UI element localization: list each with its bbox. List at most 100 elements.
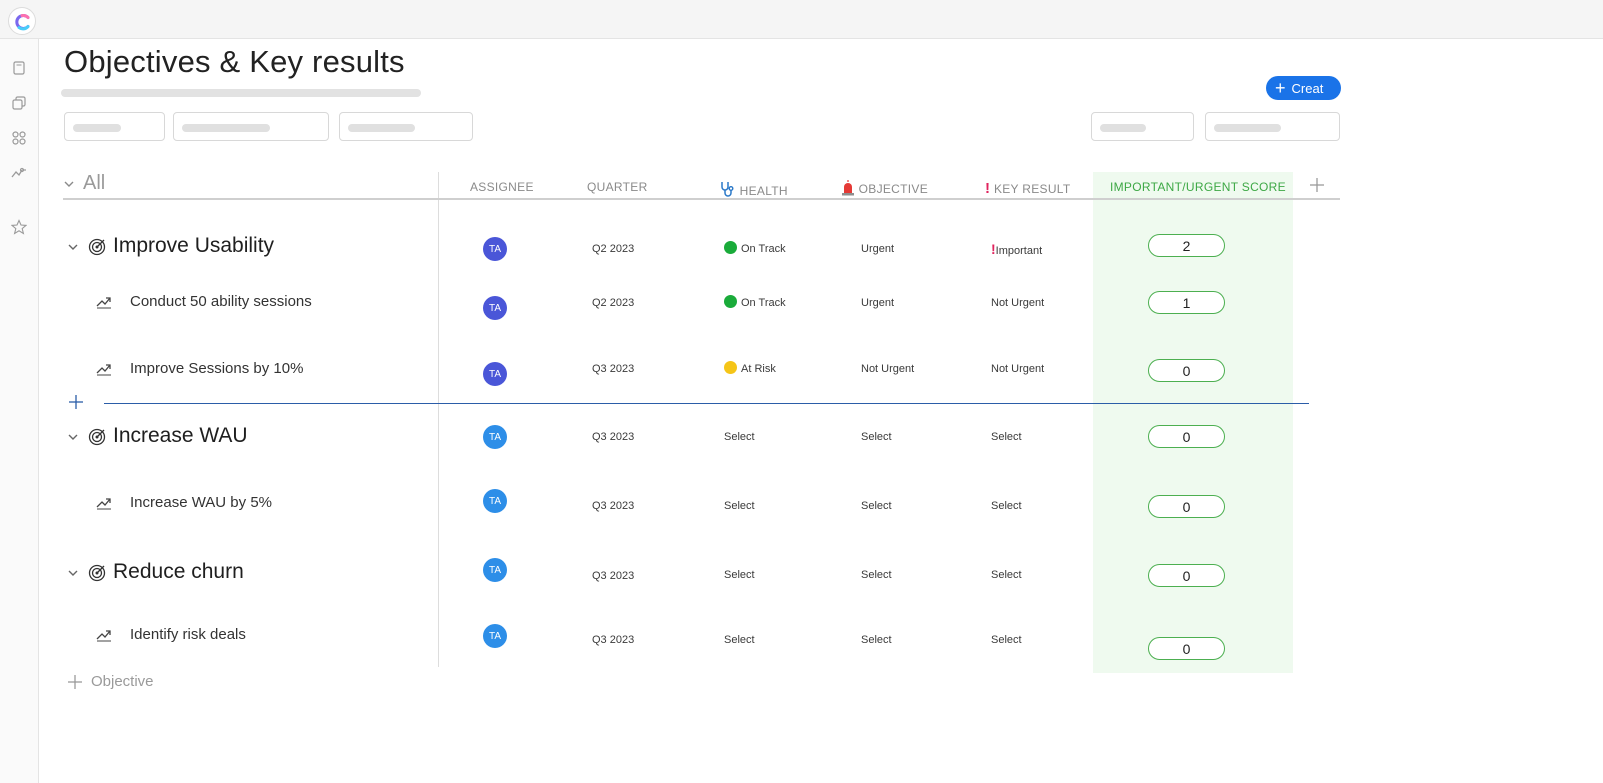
insert-row-indicator — [104, 403, 1309, 404]
apps-icon[interactable] — [11, 130, 27, 146]
filter-placeholder-5[interactable] — [1205, 112, 1340, 141]
objective-select[interactable]: Select — [861, 431, 892, 443]
create-button[interactable]: + Creat — [1266, 76, 1341, 100]
objective-row-reduce-churn[interactable]: Reduce churn TA Q3 2023 Select Select Se… — [63, 555, 1340, 595]
objective-select[interactable]: Select — [861, 569, 892, 581]
group-toggle[interactable]: All — [63, 172, 105, 195]
add-row-icon[interactable] — [67, 393, 85, 411]
score-badge[interactable]: 0 — [1148, 359, 1225, 382]
plus-icon — [68, 674, 82, 689]
key-result-name[interactable]: Increase WAU by 5% — [130, 494, 272, 511]
avatar[interactable]: TA — [483, 296, 507, 320]
filter-placeholder-3[interactable] — [339, 112, 473, 141]
objective-name[interactable]: Increase WAU — [113, 424, 248, 448]
objective-select[interactable]: Select — [861, 634, 892, 646]
column-header-score[interactable]: IMPORTANT/URGENT SCORE — [1110, 180, 1286, 194]
objective-name[interactable]: Reduce churn — [113, 560, 244, 584]
key-result-priority[interactable]: Not Urgent — [991, 297, 1044, 309]
avatar[interactable]: TA — [483, 237, 507, 261]
quarter-value[interactable]: Q2 2023 — [592, 243, 634, 255]
trend-up-icon — [96, 364, 111, 376]
health-select[interactable]: Select — [724, 634, 755, 646]
key-result-name[interactable]: Improve Sessions by 10% — [130, 360, 303, 377]
add-column-icon[interactable] — [1308, 176, 1326, 194]
key-result-select[interactable]: Select — [991, 431, 1022, 443]
objective-priority[interactable]: Not Urgent — [861, 363, 914, 375]
quarter-value[interactable]: Q3 2023 — [592, 363, 634, 375]
objective-priority[interactable]: Urgent — [861, 243, 894, 255]
quarter-value[interactable]: Q3 2023 — [592, 500, 634, 512]
health-select[interactable]: Select — [724, 569, 755, 581]
objective-name[interactable]: Improve Usability — [113, 234, 274, 258]
pulse-icon[interactable] — [11, 165, 27, 181]
column-header-health[interactable]: HEALTH — [718, 180, 788, 198]
chevron-down-icon — [64, 181, 74, 187]
quarter-value[interactable]: Q3 2023 — [592, 431, 634, 443]
exclamation-icon: ! — [985, 180, 991, 197]
score-badge[interactable]: 0 — [1148, 564, 1225, 587]
key-result-row-improve-sessions[interactable]: Improve Sessions by 10% TA Q3 2023 At Ri… — [63, 353, 1340, 393]
trend-up-icon — [96, 297, 111, 309]
column-header-key-result[interactable]: ! KEY RESULT — [985, 180, 1071, 197]
chevron-down-icon[interactable] — [67, 431, 79, 443]
key-result-priority[interactable]: Not Urgent — [991, 363, 1044, 375]
key-result-select[interactable]: Select — [991, 500, 1022, 512]
filter-placeholder-2[interactable] — [173, 112, 329, 141]
add-objective-button[interactable]: Objective — [67, 673, 154, 690]
score-badge[interactable]: 0 — [1148, 637, 1225, 660]
top-bar — [0, 0, 1603, 39]
key-result-select[interactable]: Select — [991, 634, 1022, 646]
objective-select[interactable]: Select — [861, 500, 892, 512]
target-icon — [88, 564, 106, 582]
objective-priority[interactable]: Urgent — [861, 297, 894, 309]
key-result-row-conduct-sessions[interactable]: Conduct 50 ability sessions TA Q2 2023 O… — [63, 286, 1340, 326]
target-icon — [88, 238, 106, 256]
status-dot-icon — [724, 295, 737, 308]
avatar[interactable]: TA — [483, 489, 507, 513]
copy-icon[interactable] — [11, 95, 27, 111]
objective-row-improve-usability[interactable]: Improve Usability TA Q2 2023 On Track Ur… — [63, 229, 1340, 269]
clickup-logo-icon — [15, 13, 30, 31]
avatar[interactable]: TA — [483, 624, 507, 648]
trend-up-icon — [96, 498, 111, 510]
score-badge[interactable]: 0 — [1148, 495, 1225, 518]
plus-icon: + — [1275, 78, 1286, 98]
column-header-quarter[interactable]: QUARTER — [587, 180, 648, 194]
health-select[interactable]: Select — [724, 431, 755, 443]
key-result-name[interactable]: Conduct 50 ability sessions — [130, 293, 312, 310]
key-result-select[interactable]: Select — [991, 569, 1022, 581]
key-result-row-increase-wau[interactable]: Increase WAU by 5% TA Q3 2023 Select Sel… — [63, 487, 1340, 527]
filter-placeholder-1[interactable] — [64, 112, 165, 141]
health-select[interactable]: Select — [724, 500, 755, 512]
health-status[interactable]: At Risk — [724, 361, 776, 375]
score-badge[interactable]: 2 — [1148, 234, 1225, 257]
score-badge[interactable]: 0 — [1148, 425, 1225, 448]
avatar[interactable]: TA — [483, 558, 507, 582]
star-icon[interactable] — [11, 219, 27, 235]
objective-row-increase-wau[interactable]: Increase WAU TA Q3 2023 Select Select Se… — [63, 418, 1340, 458]
key-result-row-identify-risk[interactable]: Identify risk deals TA Q3 2023 Select Se… — [63, 620, 1340, 660]
quarter-value[interactable]: Q2 2023 — [592, 297, 634, 309]
column-header-objective[interactable]: OBJECTIVE — [841, 180, 928, 196]
avatar[interactable]: TA — [483, 362, 507, 386]
sidebar — [0, 39, 39, 783]
loading-placeholder — [61, 89, 421, 97]
avatar[interactable]: TA — [483, 425, 507, 449]
app-logo[interactable] — [8, 7, 36, 35]
score-badge[interactable]: 1 — [1148, 291, 1225, 314]
key-result-name[interactable]: Identify risk deals — [130, 626, 246, 643]
chevron-down-icon[interactable] — [67, 567, 79, 579]
table-header: All ASSIGNEE QUARTER HEALTH OBJECTIVE ! … — [63, 172, 1340, 200]
key-result-priority[interactable]: !Important — [991, 241, 1042, 257]
column-header-assignee[interactable]: ASSIGNEE — [470, 180, 534, 194]
document-icon[interactable] — [11, 60, 27, 76]
quarter-value[interactable]: Q3 2023 — [592, 570, 634, 582]
health-status[interactable]: On Track — [724, 241, 786, 255]
chevron-down-icon[interactable] — [67, 241, 79, 253]
health-status[interactable]: On Track — [724, 295, 786, 309]
group-label: All — [83, 172, 106, 194]
filter-placeholder-4[interactable] — [1091, 112, 1194, 141]
trend-up-icon — [96, 630, 111, 642]
quarter-value[interactable]: Q3 2023 — [592, 634, 634, 646]
stethoscope-icon — [721, 182, 734, 197]
